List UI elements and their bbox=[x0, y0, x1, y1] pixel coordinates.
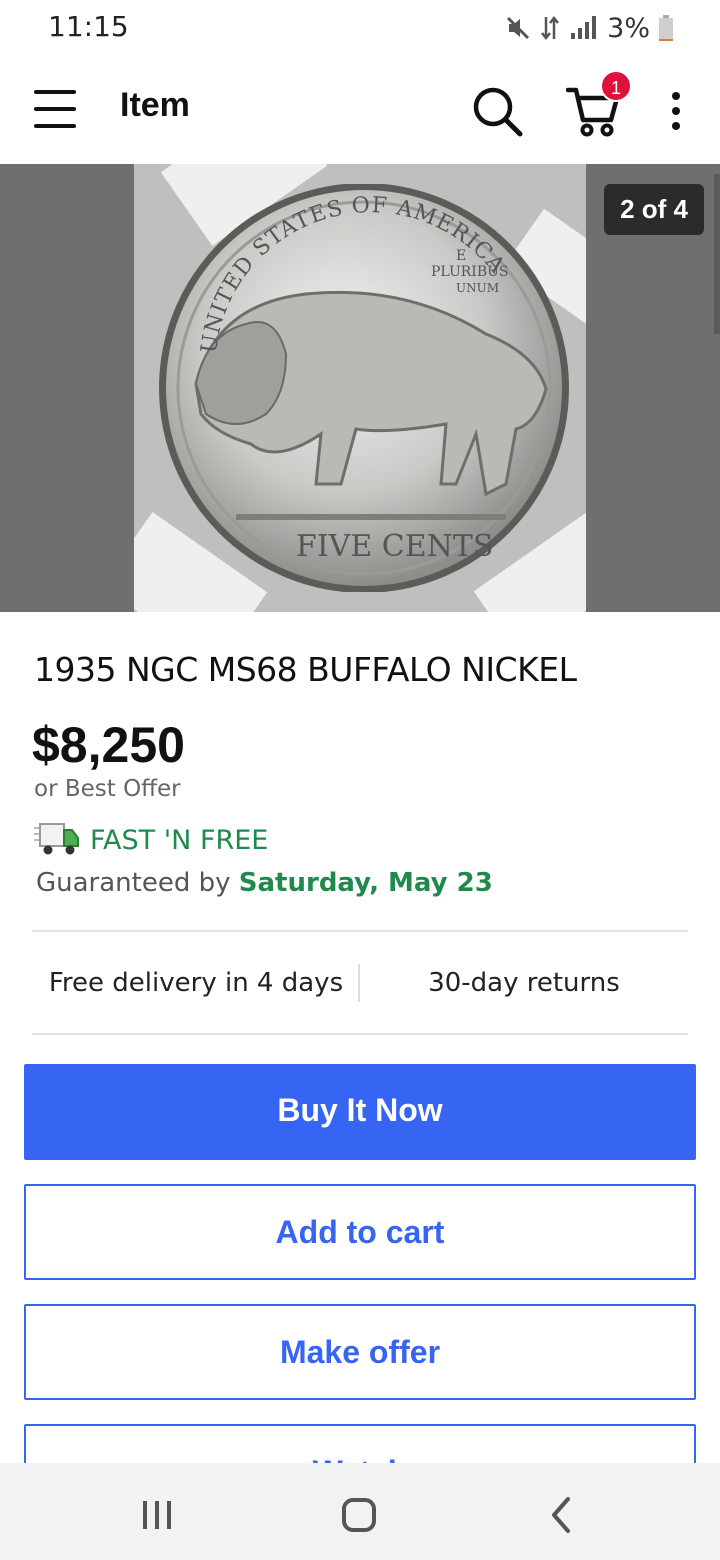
more-options-icon[interactable] bbox=[670, 92, 682, 130]
battery-percent: 3% bbox=[607, 12, 650, 44]
feature-separator bbox=[358, 964, 360, 1002]
free-delivery-feature: Free delivery in 4 days bbox=[48, 968, 344, 998]
buffalo-nickel-image: UNITED STATES OF AMERICA E PLURIBUS UNUM… bbox=[159, 184, 569, 592]
returns-feature: 30-day returns bbox=[428, 968, 620, 998]
feature-row: Free delivery in 4 days 30-day returns bbox=[32, 932, 688, 1034]
signal-icon bbox=[571, 16, 597, 39]
guarantee-date: Saturday, May 23 bbox=[238, 868, 493, 898]
coin-denomination: FIVE CENTS bbox=[296, 529, 493, 564]
make-offer-button[interactable]: Make offer bbox=[24, 1304, 696, 1400]
item-price: $8,250 bbox=[32, 717, 185, 773]
divider-bottom bbox=[32, 1033, 688, 1035]
guarantee-prefix: Guaranteed by bbox=[36, 868, 239, 898]
back-icon[interactable] bbox=[500, 1463, 620, 1560]
image-gallery[interactable]: UNITED STATES OF AMERICA E PLURIBUS UNUM… bbox=[0, 164, 720, 612]
fast-n-free-label: FAST 'N FREE bbox=[90, 824, 269, 856]
app-bar: Item 1 bbox=[0, 56, 720, 164]
coin-motto-unum: UNUM bbox=[456, 281, 499, 295]
data-transfer-icon bbox=[541, 15, 560, 41]
shipping-badge: FAST 'N FREE bbox=[34, 822, 268, 858]
buy-it-now-button[interactable]: Buy It Now bbox=[24, 1064, 696, 1160]
search-icon[interactable] bbox=[470, 84, 524, 138]
status-bar: 11:15 3% bbox=[0, 0, 720, 56]
delivery-truck-icon bbox=[34, 823, 79, 855]
coin-motto-e: E bbox=[456, 248, 466, 264]
gallery-scrollbar bbox=[714, 174, 720, 334]
home-icon[interactable] bbox=[299, 1463, 419, 1560]
page-title: Item bbox=[120, 86, 190, 124]
system-nav-bar bbox=[0, 1463, 720, 1560]
best-offer-note: or Best Offer bbox=[34, 776, 181, 802]
battery-icon bbox=[659, 15, 673, 41]
cart-count-badge: 1 bbox=[600, 70, 632, 102]
image-page-indicator: 2 of 4 bbox=[604, 184, 704, 235]
status-icons: 3% bbox=[505, 10, 674, 46]
coin-photo[interactable]: UNITED STATES OF AMERICA E PLURIBUS UNUM… bbox=[134, 164, 586, 612]
hamburger-menu-icon[interactable] bbox=[34, 90, 78, 128]
delivery-guarantee: Guaranteed by Saturday, May 23 bbox=[36, 868, 493, 898]
coin-motto-pluribus: PLURIBUS bbox=[431, 264, 509, 280]
status-time: 11:15 bbox=[48, 10, 129, 43]
mute-icon bbox=[507, 16, 530, 40]
add-to-cart-button[interactable]: Add to cart bbox=[24, 1184, 696, 1280]
recent-apps-icon[interactable] bbox=[98, 1463, 218, 1560]
item-title: 1935 NGC MS68 BUFFALO NICKEL bbox=[34, 650, 577, 689]
